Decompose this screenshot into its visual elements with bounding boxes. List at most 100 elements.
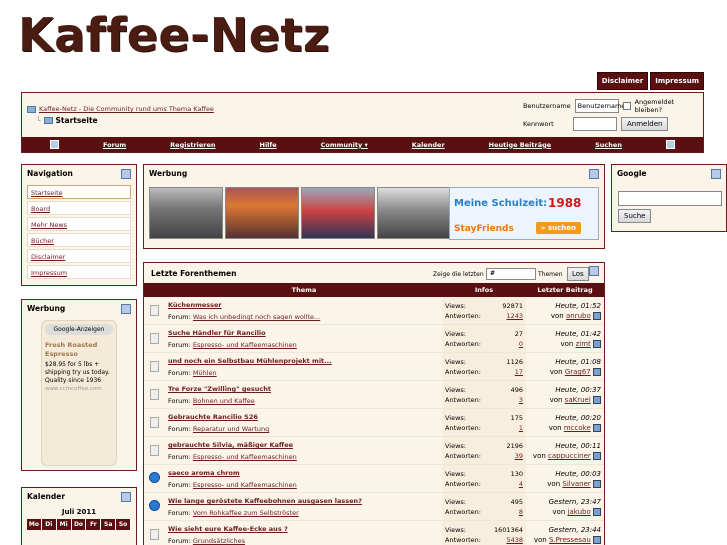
menu-help[interactable]: Hilfe — [260, 141, 277, 149]
navbar: Kaffee-Netz - Die Community rund ums The… — [21, 92, 704, 153]
forum-link[interactable]: Vom Rohkaffee zum Selbströster — [193, 509, 299, 517]
class-photos[interactable] — [149, 187, 451, 239]
last-post-user[interactable]: jakubo — [568, 508, 591, 516]
goto-post-icon[interactable] — [593, 340, 601, 348]
thread-title[interactable]: Tre Forze "Zwilling" gesucht — [168, 385, 440, 393]
site-logo[interactable]: Kaffee-Netz — [18, 8, 330, 62]
forum-link[interactable]: Bohnen und Kaffee — [193, 397, 255, 405]
themen-label: Themen — [538, 271, 563, 278]
ad-url[interactable]: www.ccmcoffee.com — [45, 386, 113, 392]
login-form: Benutzername Benutzername Angemeldet ble… — [523, 98, 703, 138]
by-label: von — [533, 536, 547, 544]
answers-count[interactable]: 1 — [519, 423, 523, 433]
count-select[interactable]: # — [486, 268, 536, 280]
login-button[interactable]: Anmelden — [621, 117, 669, 131]
thread-title[interactable]: und noch ein Selbstbau Mühlenprojekt mit… — [168, 357, 440, 365]
views-count: 1601364 — [494, 526, 523, 534]
last-post-user[interactable]: anrubo — [566, 312, 591, 320]
nav-item-board[interactable]: Board — [27, 201, 131, 215]
answers-label: Antworten: — [445, 536, 481, 544]
school-title: Meine Schulzeit: — [454, 198, 548, 209]
stayfriends-ad[interactable]: Meine Schulzeit: 1988 StayFriends » such… — [449, 187, 599, 240]
forum-link[interactable]: Was ich unbedingt noch sagen wollte... — [193, 313, 320, 321]
last-post-date: Heute, 00:37 — [555, 386, 601, 394]
forum-link[interactable]: Espresso- und Kaffeemaschinen — [193, 341, 297, 349]
ad-title[interactable]: Fresh Roasted Espresso — [45, 341, 113, 359]
views-label: Views: — [445, 498, 467, 506]
last-post-user[interactable]: saKruel — [565, 396, 591, 404]
username-input[interactable]: Benutzername — [574, 99, 625, 113]
menu-forum[interactable]: Forum — [103, 141, 126, 149]
goto-post-icon[interactable] — [593, 480, 601, 488]
menu-today-posts[interactable]: Heutige Beiträge — [489, 141, 552, 149]
forum-label: Forum: — [168, 481, 191, 489]
forum-link[interactable]: Reparatur und Wartung — [193, 425, 269, 433]
answers-count[interactable]: 1243 — [506, 311, 523, 321]
remember-checkbox[interactable] — [622, 102, 631, 110]
nav-item-startseite[interactable]: Startseite — [27, 185, 131, 199]
google-ad[interactable]: Google-Anzeigen Fresh Roasted Espresso $… — [41, 320, 117, 466]
collapse-icon[interactable] — [121, 492, 131, 502]
collapse-icon[interactable] — [711, 169, 721, 179]
collapse-icon[interactable] — [121, 169, 131, 179]
collapse-icon[interactable] — [589, 266, 599, 276]
question-icon — [149, 472, 160, 483]
last-post-cell: Heute, 01:42 von zimt — [526, 325, 604, 352]
goto-post-icon[interactable] — [593, 536, 601, 544]
goto-post-icon[interactable] — [593, 424, 601, 432]
tab-disclaimer[interactable]: Disclaimer — [596, 72, 649, 90]
answers-count[interactable]: 17 — [515, 367, 523, 377]
thread-title[interactable]: Suche Händler für Rancilio — [168, 329, 440, 337]
goto-post-icon[interactable] — [593, 396, 601, 404]
answers-count[interactable]: 39 — [515, 451, 523, 461]
search-button[interactable]: » suchen — [536, 222, 581, 234]
nav-item-impressum[interactable]: Impressum — [27, 265, 131, 279]
last-post-user[interactable]: zimt — [576, 340, 591, 348]
password-input[interactable] — [573, 117, 617, 131]
google-search-button[interactable]: Suche — [618, 209, 652, 223]
menu-left-icon[interactable] — [49, 140, 59, 149]
answers-count[interactable]: 4 — [519, 479, 523, 489]
collapse-icon[interactable] — [589, 169, 599, 179]
menu-search[interactable]: Suchen — [595, 141, 622, 149]
menu-community[interactable]: Community ▾ — [321, 141, 368, 149]
last-post-user[interactable]: S.Pressesau — [549, 536, 591, 544]
thread-title[interactable]: Wie sieht eure Kaffee-Ecke aus ? — [168, 525, 440, 533]
answers-count[interactable]: 5438 — [506, 535, 523, 545]
forum-link[interactable]: Espresso- und Kaffeemaschinen — [193, 453, 297, 461]
last-post-user[interactable]: cappucciner — [548, 452, 591, 460]
forum-title: Letzte Forenthemen Zeige die letzten # T… — [144, 263, 604, 281]
menu-calendar[interactable]: Kalender — [412, 141, 445, 149]
menu-right-icon[interactable] — [665, 140, 675, 149]
by-label: von — [548, 424, 562, 432]
go-button[interactable]: Los — [567, 267, 589, 281]
forum-link[interactable]: Grundsätzliches — [193, 537, 245, 545]
nav-item-disclaimer[interactable]: Disclaimer — [27, 249, 131, 263]
google-search-input[interactable] — [618, 191, 722, 206]
nav-item-news[interactable]: Mehr News — [27, 217, 131, 231]
thread-title[interactable]: Wie lange geröstete Kaffeebohnen ausgase… — [168, 497, 440, 505]
last-post-user[interactable]: Silvaner — [562, 480, 590, 488]
last-post-user[interactable]: mccoke — [564, 424, 591, 432]
thread-title[interactable]: Gebrauchte Rancilio S26 — [168, 413, 440, 421]
collapse-icon[interactable] — [121, 304, 131, 314]
forum-link[interactable]: Espresso- und Kaffeemaschinen — [193, 481, 297, 489]
thread-title[interactable]: Küchenmesser — [168, 301, 440, 309]
goto-post-icon[interactable] — [593, 368, 601, 376]
thread-title[interactable]: gebrauchte Silvia, mäßiger Kaffee — [168, 441, 440, 449]
breadcrumb-home-link[interactable]: Kaffee-Netz - Die Community rund ums The… — [39, 105, 214, 113]
thread-title[interactable]: saeco aroma chrom — [168, 469, 440, 477]
answers-label: Antworten: — [445, 368, 481, 376]
forum-link[interactable]: Mühlen — [193, 369, 217, 377]
answers-count[interactable]: 0 — [519, 339, 523, 349]
answers-count[interactable]: 8 — [519, 507, 523, 517]
answers-count[interactable]: 3 — [519, 395, 523, 405]
goto-post-icon[interactable] — [593, 312, 601, 320]
last-post-user[interactable]: Grag67 — [565, 368, 591, 376]
thread-status — [144, 325, 166, 352]
goto-post-icon[interactable] — [593, 508, 601, 516]
nav-item-buecher[interactable]: Bücher — [27, 233, 131, 247]
tab-impressum[interactable]: Impressum — [650, 72, 704, 90]
menu-register[interactable]: Registrieren — [170, 141, 215, 149]
goto-post-icon[interactable] — [593, 452, 601, 460]
